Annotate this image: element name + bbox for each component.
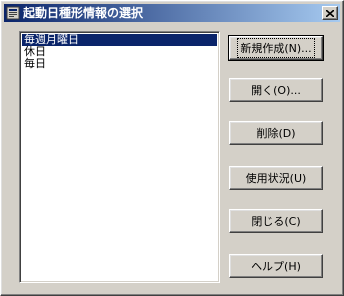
delete-button-label: 削除(D) <box>256 127 296 140</box>
title-bar[interactable]: 起動日種形情報の選択 <box>4 4 340 22</box>
schedule-listbox[interactable]: 毎週月曜日 休日 毎日 <box>19 31 220 283</box>
close-icon <box>325 6 335 20</box>
usage-button-label: 使用状況(U) <box>245 172 307 185</box>
list-item[interactable]: 休日 <box>22 46 217 58</box>
close-dialog-button-label: 閉じる(C) <box>251 215 301 228</box>
list-item[interactable]: 毎週月曜日 <box>22 34 217 46</box>
close-button[interactable] <box>322 6 338 20</box>
app-icon <box>6 6 20 20</box>
help-button-label: ヘルプ(H) <box>251 260 301 273</box>
close-dialog-button[interactable]: 閉じる(C) <box>229 209 323 233</box>
window-title: 起動日種形情報の選択 <box>23 6 144 20</box>
dialog-window: 起動日種形情報の選択 毎週月曜日 休日 毎日 新規作成(N)... 開く(O).… <box>0 0 344 296</box>
open-button[interactable]: 開く(O)... <box>229 78 323 102</box>
usage-button[interactable]: 使用状況(U) <box>229 166 323 190</box>
delete-button[interactable]: 削除(D) <box>229 121 323 145</box>
open-button-label: 開く(O)... <box>251 84 301 97</box>
new-button[interactable]: 新規作成(N)... <box>228 35 324 61</box>
new-button-label: 新規作成(N)... <box>237 38 315 58</box>
list-item[interactable]: 毎日 <box>22 58 217 70</box>
help-button[interactable]: ヘルプ(H) <box>229 254 323 278</box>
